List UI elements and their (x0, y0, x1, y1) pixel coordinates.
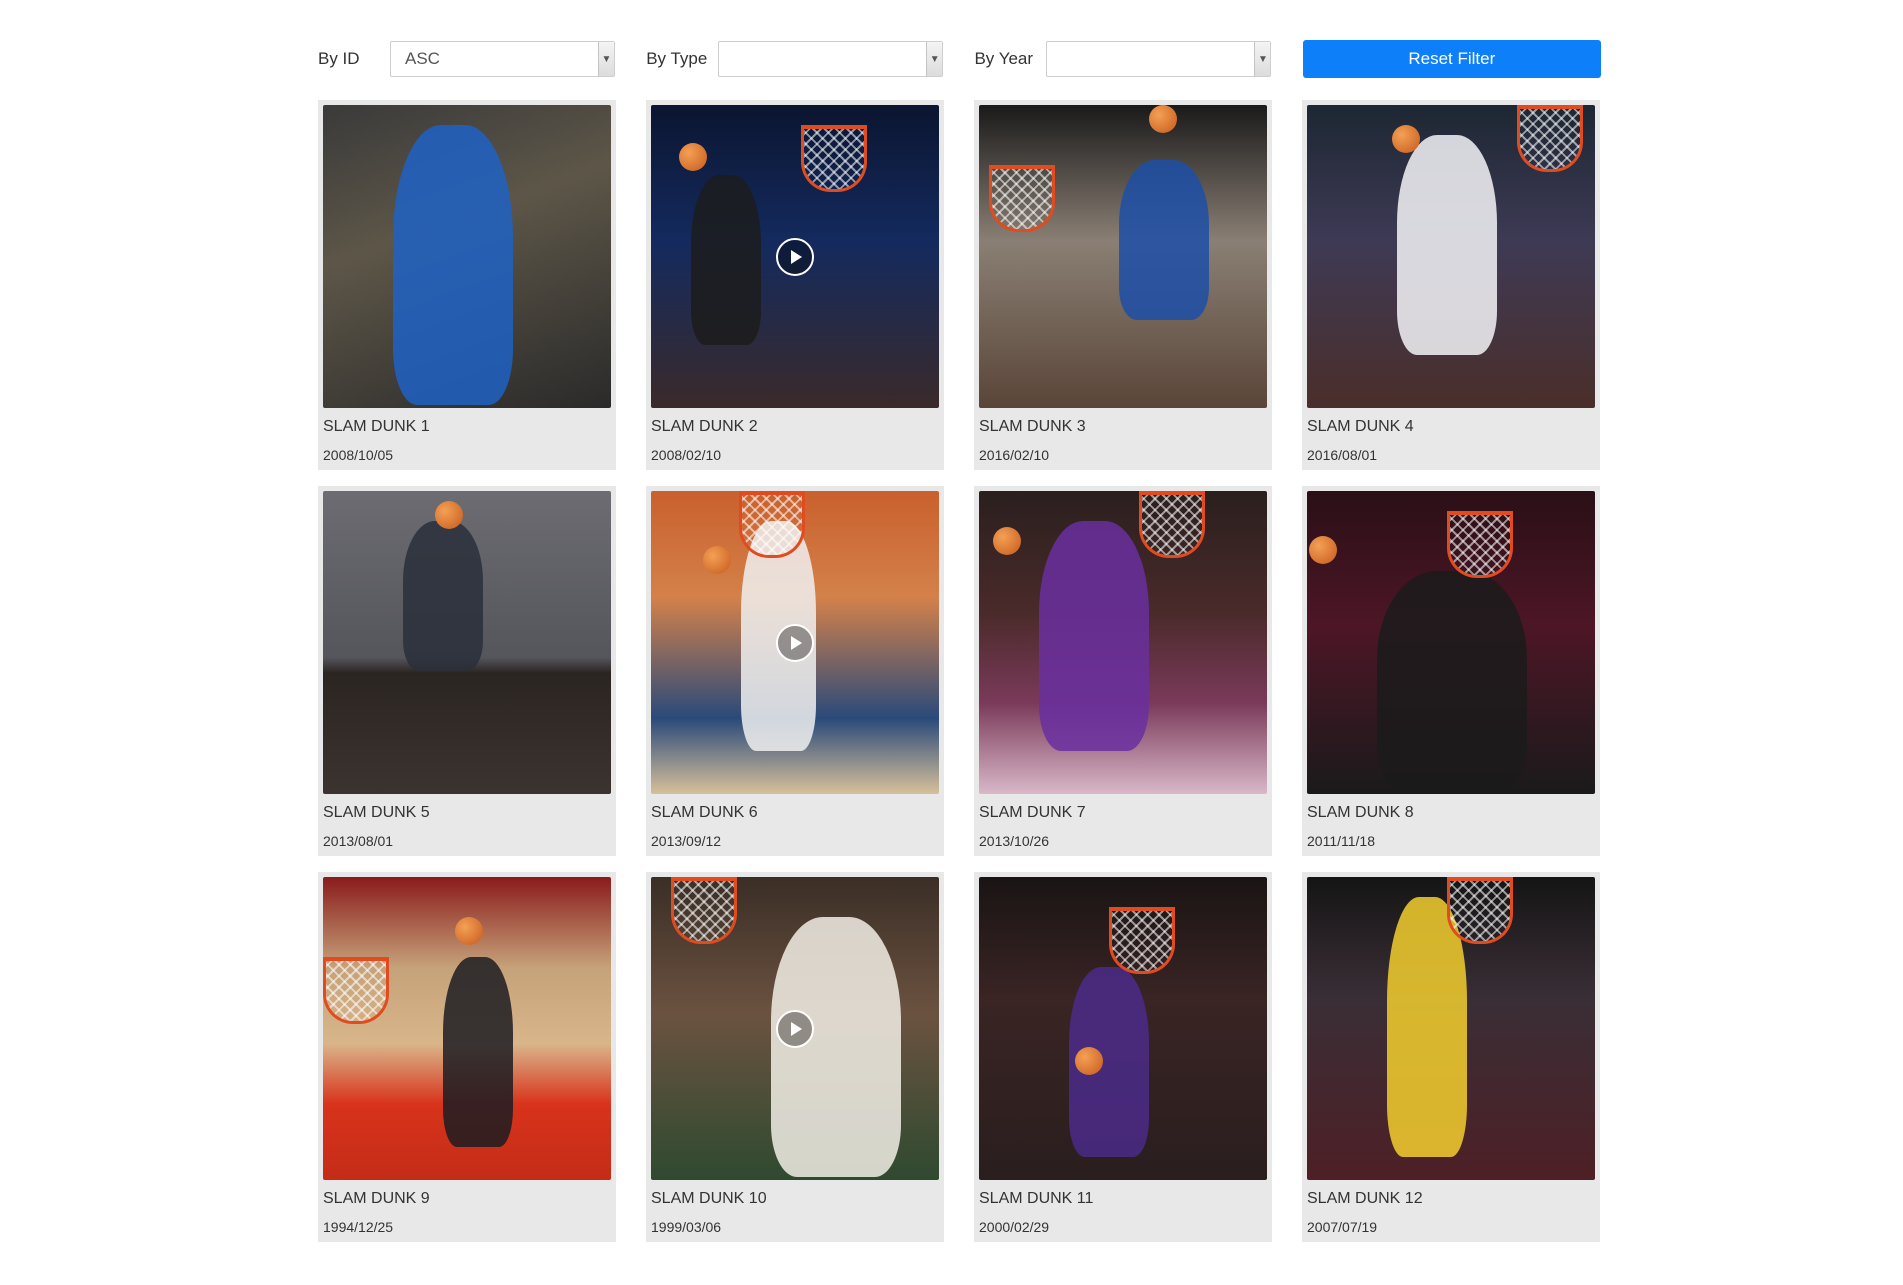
card-date: 1994/12/25 (323, 1219, 394, 1235)
basketball-icon (455, 917, 483, 945)
card-thumbnail[interactable] (1307, 877, 1595, 1180)
card-thumbnail[interactable] (651, 877, 939, 1180)
basketball-icon (993, 527, 1021, 555)
card-date: 2016/02/10 (979, 447, 1050, 463)
card-date: 2007/07/19 (1307, 1219, 1378, 1235)
card-title: SLAM DUNK 2 (651, 418, 758, 435)
media-card[interactable]: SLAM DUNK 1 2008/10/05 (318, 100, 616, 470)
basketball-icon (435, 501, 463, 529)
card-thumbnail[interactable] (979, 877, 1267, 1180)
media-card[interactable]: SLAM DUNK 2 2008/02/10 (646, 100, 944, 470)
filter-by-type-select[interactable]: ▼ (718, 41, 944, 77)
player-figure (393, 125, 513, 405)
card-date: 2000/02/29 (979, 1219, 1050, 1235)
media-card[interactable]: SLAM DUNK 6 2013/09/12 (646, 486, 944, 856)
card-title: SLAM DUNK 6 (651, 804, 758, 821)
media-card[interactable]: SLAM DUNK 3 2016/02/10 (974, 100, 1272, 470)
card-thumbnail[interactable] (323, 491, 611, 794)
hoop-icon (1517, 105, 1583, 172)
media-card[interactable]: SLAM DUNK 7 2013/10/26 (974, 486, 1272, 856)
filter-by-id-select[interactable]: ASC ▼ (390, 41, 615, 77)
card-title: SLAM DUNK 12 (1307, 1190, 1423, 1207)
filter-by-year-select[interactable]: ▼ (1046, 41, 1272, 77)
hoop-icon (801, 125, 867, 192)
card-title: SLAM DUNK 9 (323, 1190, 430, 1207)
card-thumbnail[interactable] (323, 105, 611, 408)
card-title: SLAM DUNK 10 (651, 1190, 767, 1207)
card-date: 1999/03/06 (651, 1219, 722, 1235)
filter-by-id-label: By ID (318, 49, 360, 68)
hoop-icon (1447, 511, 1513, 578)
hoop-icon (1139, 491, 1205, 558)
media-card[interactable]: SLAM DUNK 5 2013/08/01 (318, 486, 616, 856)
card-date: 2011/11/18 (1307, 833, 1375, 849)
card-date: 2013/08/01 (323, 833, 394, 849)
card-thumbnail[interactable] (1307, 105, 1595, 408)
play-icon[interactable] (776, 237, 814, 276)
card-title: SLAM DUNK 11 (979, 1190, 1094, 1207)
card-thumbnail[interactable] (651, 105, 939, 408)
card-grid: SLAM DUNK 1 2008/10/05 SLAM DUNK 2 2008/02/… (318, 100, 1601, 1242)
player-figure (691, 175, 761, 345)
player-figure (1039, 521, 1149, 751)
hoop-icon (739, 491, 805, 558)
card-thumbnail[interactable] (1307, 491, 1595, 794)
card-title: SLAM DUNK 7 (979, 804, 1086, 821)
card-thumbnail[interactable] (651, 491, 939, 794)
filter-by-year: By Year ▼ (974, 41, 1279, 77)
player-figure (1397, 135, 1497, 355)
basketball-icon (679, 143, 707, 171)
card-date: 2008/02/10 (651, 447, 722, 463)
chevron-down-icon[interactable]: ▼ (1254, 42, 1271, 76)
card-title: SLAM DUNK 3 (979, 418, 1086, 435)
media-card[interactable]: SLAM DUNK 4 2016/08/01 (1302, 100, 1600, 470)
filter-by-year-label: By Year (974, 49, 1034, 68)
hoop-icon (1109, 907, 1175, 974)
chevron-down-icon[interactable]: ▼ (926, 42, 943, 76)
card-date: 2013/10/26 (979, 833, 1050, 849)
card-title: SLAM DUNK 4 (1307, 418, 1414, 435)
card-date: 2013/09/12 (651, 833, 722, 849)
card-title: SLAM DUNK 1 (323, 418, 430, 435)
card-title: SLAM DUNK 5 (323, 804, 430, 821)
media-card[interactable]: SLAM DUNK 10 1999/03/06 (646, 872, 944, 1242)
player-figure (1387, 897, 1467, 1157)
player-figure (1119, 160, 1209, 320)
basketball-icon (703, 546, 731, 574)
filter-by-type: By Type ▼ (646, 41, 951, 77)
reset-filter-button[interactable]: Reset Filter (1302, 40, 1601, 78)
basketball-icon (1149, 105, 1177, 133)
play-icon[interactable] (776, 1009, 814, 1048)
gallery-page: By ID ASC ▼ By Type ▼ By Year ▼ Reset Fi… (318, 40, 1601, 1242)
media-card[interactable]: SLAM DUNK 9 1994/12/25 (318, 872, 616, 1242)
player-figure (403, 521, 483, 671)
media-card[interactable]: SLAM DUNK 8 2011/11/18 (1302, 486, 1600, 856)
hoop-icon (323, 957, 389, 1024)
card-date: 2008/10/05 (323, 447, 394, 463)
filter-by-type-label: By Type (646, 49, 708, 68)
media-card[interactable]: SLAM DUNK 12 2007/07/19 (1302, 872, 1600, 1242)
hoop-icon (671, 877, 737, 944)
player-figure (1377, 571, 1527, 791)
filter-by-id-value: ASC (405, 49, 440, 68)
card-thumbnail[interactable] (979, 491, 1267, 794)
hoop-icon (1447, 877, 1513, 944)
play-icon[interactable] (776, 623, 814, 662)
media-card[interactable]: SLAM DUNK 11 2000/02/29 (974, 872, 1272, 1242)
basketball-icon (1075, 1047, 1103, 1075)
card-date: 2016/08/01 (1307, 447, 1378, 463)
card-thumbnail[interactable] (323, 877, 611, 1180)
filter-by-id: By ID ASC ▼ (318, 41, 623, 77)
card-title: SLAM DUNK 8 (1307, 804, 1414, 821)
basketball-icon (1309, 536, 1337, 564)
basketball-icon (1392, 125, 1420, 153)
filter-bar: By ID ASC ▼ By Type ▼ By Year ▼ Reset Fi… (318, 40, 1601, 78)
player-figure (443, 957, 513, 1147)
hoop-icon (989, 165, 1055, 232)
card-thumbnail[interactable] (979, 105, 1267, 408)
chevron-down-icon[interactable]: ▼ (598, 42, 614, 76)
